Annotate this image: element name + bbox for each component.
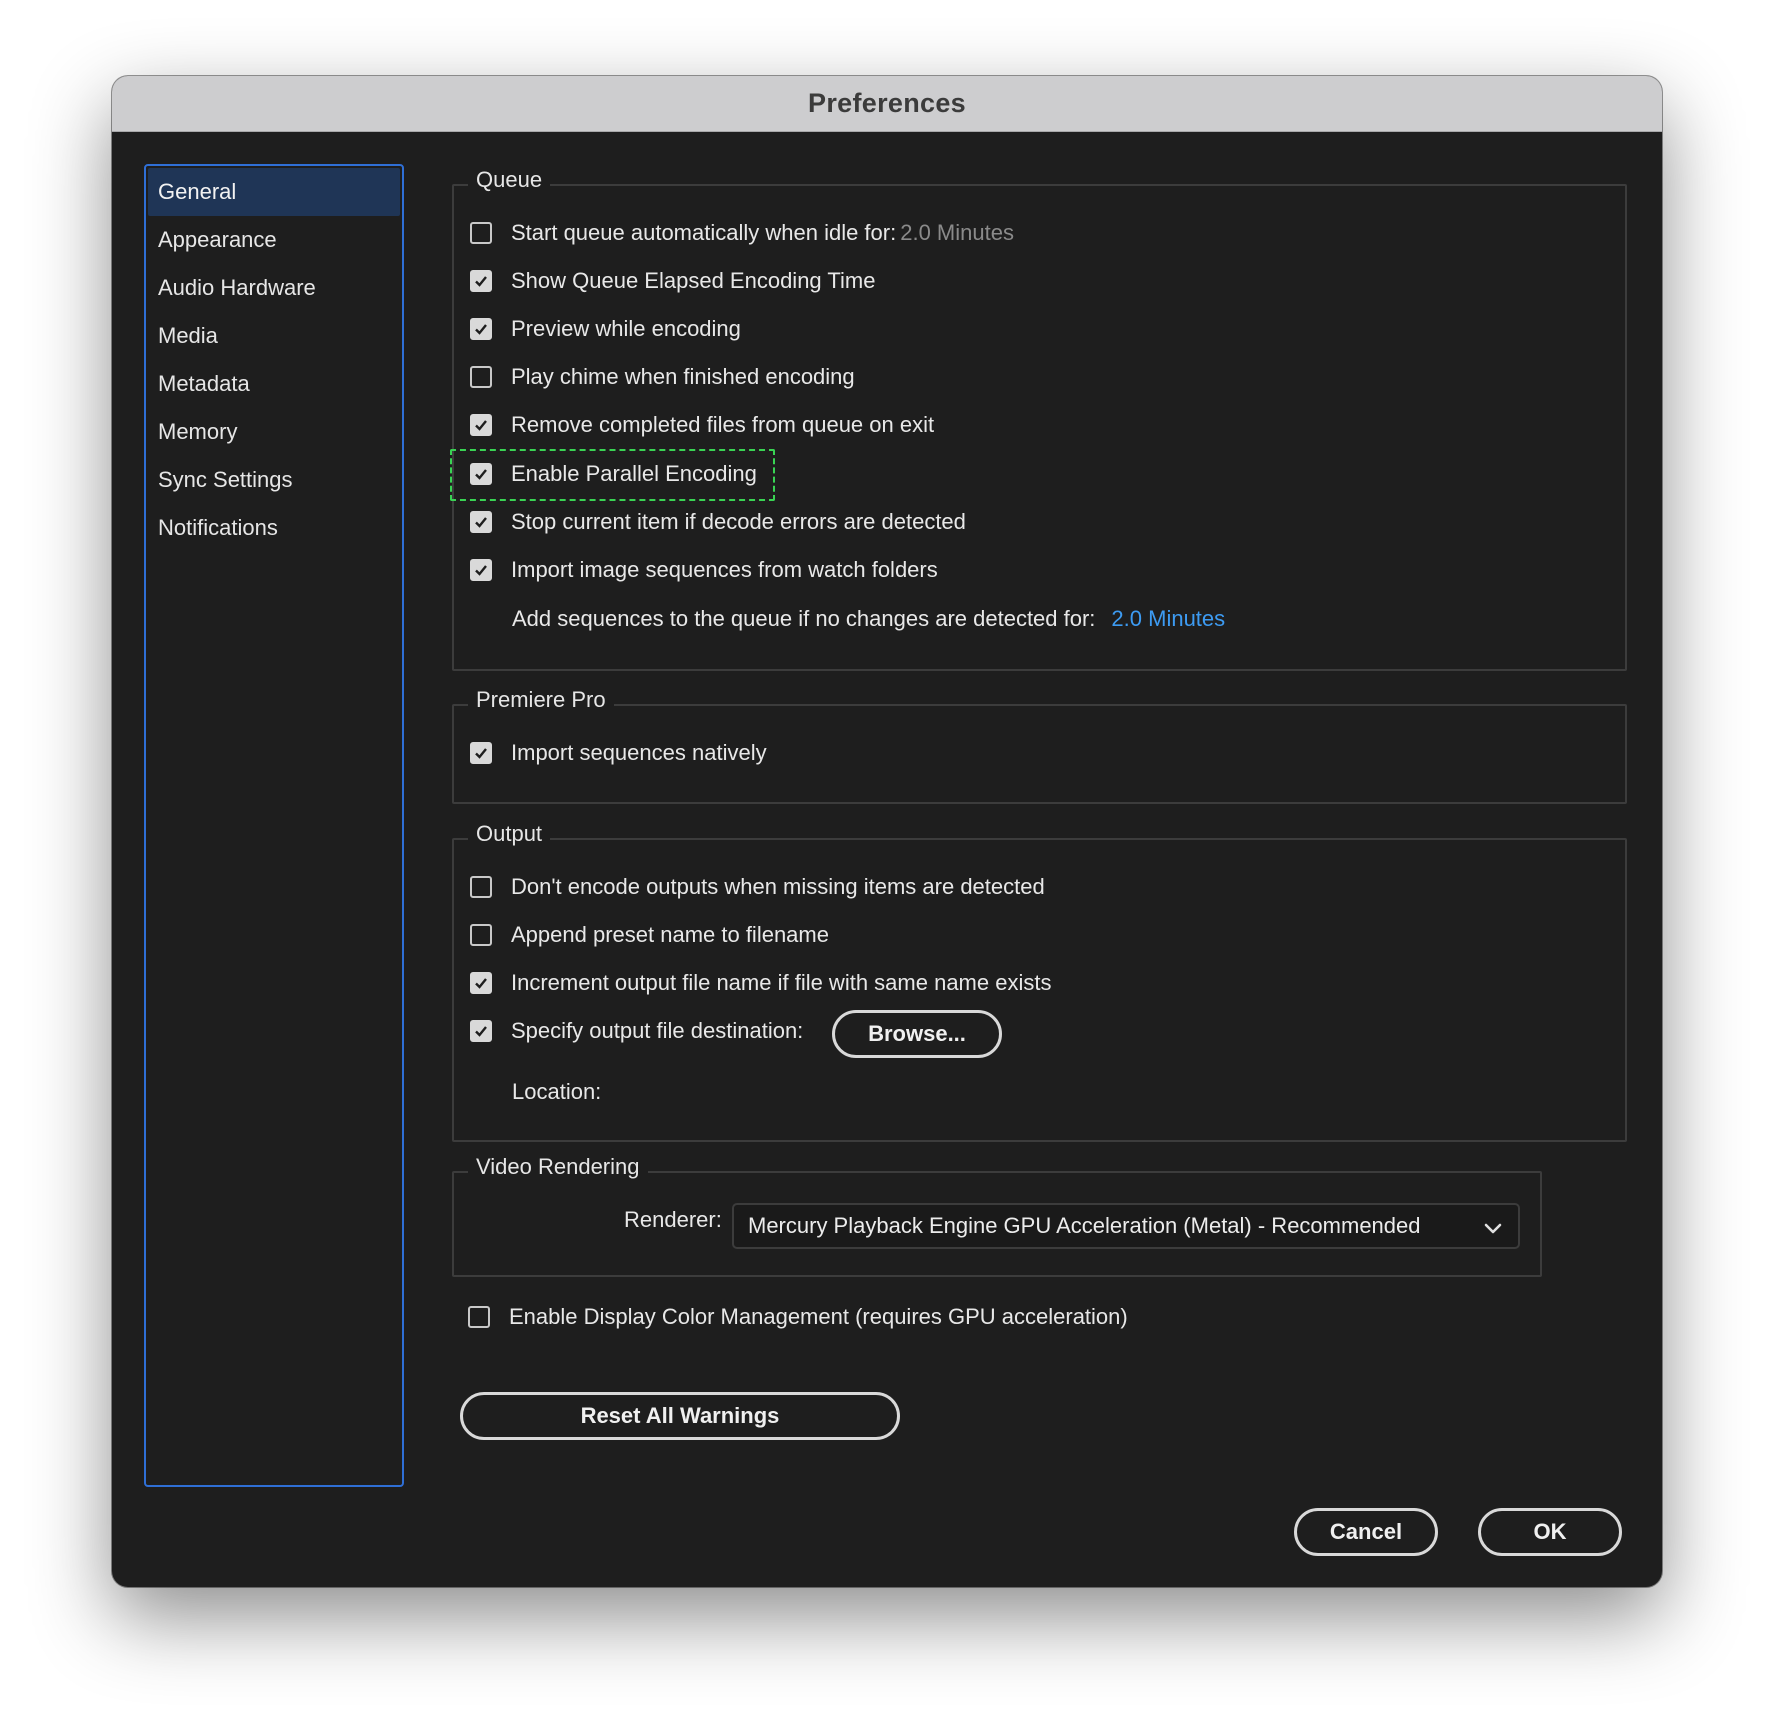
queue-option[interactable]: Stop current item if decode errors are d…	[470, 504, 966, 540]
renderer-value: Mercury Playback Engine GPU Acceleration…	[748, 1213, 1421, 1238]
sidebar-item-sync-settings[interactable]: Sync Settings	[148, 456, 400, 504]
output-option[interactable]: Specify output file destination:	[470, 1013, 803, 1049]
checkbox[interactable]	[470, 414, 492, 436]
option-label: Preview while encoding	[511, 316, 741, 341]
sidebar-item-memory[interactable]: Memory	[148, 408, 400, 456]
checkbox[interactable]	[470, 1020, 492, 1042]
video-rendering-group: Video Rendering Renderer: Mercury Playba…	[452, 1154, 1542, 1277]
renderer-label: Renderer:	[624, 1207, 722, 1232]
checkbox[interactable]	[468, 1306, 490, 1328]
output-group: Output Don't encode outputs when missing…	[452, 821, 1627, 1142]
color-management-option[interactable]: Enable Display Color Management (require…	[468, 1299, 1128, 1335]
queue-legend: Queue	[468, 167, 551, 193]
checkbox[interactable]	[470, 318, 492, 340]
option-label: Don't encode outputs when missing items …	[511, 874, 1045, 899]
option-label: Show Queue Elapsed Encoding Time	[511, 268, 876, 293]
premiere-pro-group: Premiere Pro Import sequences natively	[452, 687, 1627, 804]
checkbox[interactable]	[470, 972, 492, 994]
window-title: Preferences	[808, 88, 966, 118]
queue-option[interactable]: Preview while encoding	[470, 311, 741, 347]
option-label: Import image sequences from watch folder…	[511, 557, 938, 582]
premiere-pro-legend: Premiere Pro	[468, 687, 614, 713]
cancel-button[interactable]: Cancel	[1294, 1508, 1438, 1556]
checkbox[interactable]	[470, 511, 492, 533]
output-option[interactable]: Increment output file name if file with …	[470, 965, 1051, 1001]
sidebar-item-metadata[interactable]: Metadata	[148, 360, 400, 408]
sidebar: General Appearance Audio Hardware Media …	[144, 164, 404, 1487]
output-option[interactable]: Append preset name to filename	[470, 917, 829, 953]
queue-option[interactable]: Enable Parallel Encoding	[470, 456, 757, 492]
option-label: Append preset name to filename	[511, 922, 829, 947]
checkbox[interactable]	[470, 463, 492, 485]
add-sequences-label: Add sequences to the queue if no changes…	[512, 606, 1096, 631]
checkbox[interactable]	[470, 924, 492, 946]
checkmark-icon	[475, 1026, 487, 1037]
sidebar-item-general[interactable]: General	[148, 168, 400, 216]
queue-option[interactable]: Play chime when finished encoding	[470, 359, 855, 395]
checkbox[interactable]	[470, 270, 492, 292]
renderer-select[interactable]: Mercury Playback Engine GPU Acceleration…	[732, 1203, 1520, 1249]
queue-option[interactable]: Remove completed files from queue on exi…	[470, 407, 934, 443]
queue-group: Queue Start queue automatically when idl…	[450, 167, 1627, 671]
option-label: Enable Parallel Encoding	[511, 461, 757, 486]
option-label: Remove completed files from queue on exi…	[511, 412, 935, 437]
checkbox[interactable]	[470, 366, 492, 388]
sidebar-item-media[interactable]: Media	[148, 312, 400, 360]
checkmark-icon	[475, 324, 487, 335]
sidebar-item-audio-hardware[interactable]: Audio Hardware	[148, 264, 400, 312]
browse-button[interactable]: Browse...	[832, 1010, 1002, 1058]
option-label: Enable Display Color Management (require…	[509, 1304, 1128, 1329]
checkmark-icon	[475, 420, 487, 431]
title-bar: Preferences	[112, 76, 1662, 132]
option-label: Specify output file destination:	[511, 1018, 804, 1043]
option-label: Import sequences natively	[511, 740, 767, 765]
output-legend: Output	[468, 821, 551, 847]
option-label: Start queue automatically when idle for:	[511, 220, 897, 245]
location-label: Location:	[512, 1079, 602, 1104]
idle-time-value[interactable]: 2.0 Minutes	[900, 220, 1014, 246]
chevron-down-icon	[1484, 1223, 1502, 1234]
checkbox[interactable]	[470, 742, 492, 764]
checkmark-icon	[475, 276, 487, 287]
queue-option[interactable]: Show Queue Elapsed Encoding Time	[470, 263, 875, 299]
reset-all-warnings-button[interactable]: Reset All Warnings	[460, 1392, 900, 1440]
video-rendering-legend: Video Rendering	[468, 1154, 648, 1180]
checkmark-icon	[475, 978, 487, 989]
checkbox[interactable]	[470, 222, 492, 244]
option-label: Play chime when finished encoding	[511, 364, 855, 389]
add-sequences-value[interactable]: 2.0 Minutes	[1111, 606, 1225, 632]
checkbox[interactable]	[470, 559, 492, 581]
sidebar-item-appearance[interactable]: Appearance	[148, 216, 400, 264]
premiere-option[interactable]: Import sequences natively	[470, 735, 767, 771]
queue-option[interactable]: Start queue automatically when idle for:…	[470, 215, 1014, 251]
checkbox[interactable]	[470, 876, 492, 898]
checkmark-icon	[475, 565, 487, 576]
option-label: Increment output file name if file with …	[511, 970, 1052, 995]
checkmark-icon	[475, 748, 487, 759]
option-label: Stop current item if decode errors are d…	[511, 509, 966, 534]
preferences-window: Preferences General Appearance Audio Har…	[112, 76, 1662, 1587]
checkmark-icon	[475, 469, 487, 480]
sidebar-item-notifications[interactable]: Notifications	[148, 504, 400, 552]
ok-button[interactable]: OK	[1478, 1508, 1622, 1556]
add-sequences-row: Add sequences to the queue if no changes…	[512, 601, 1225, 637]
output-option[interactable]: Don't encode outputs when missing items …	[470, 869, 1045, 905]
queue-option[interactable]: Import image sequences from watch folder…	[470, 552, 938, 588]
checkmark-icon	[475, 517, 487, 528]
